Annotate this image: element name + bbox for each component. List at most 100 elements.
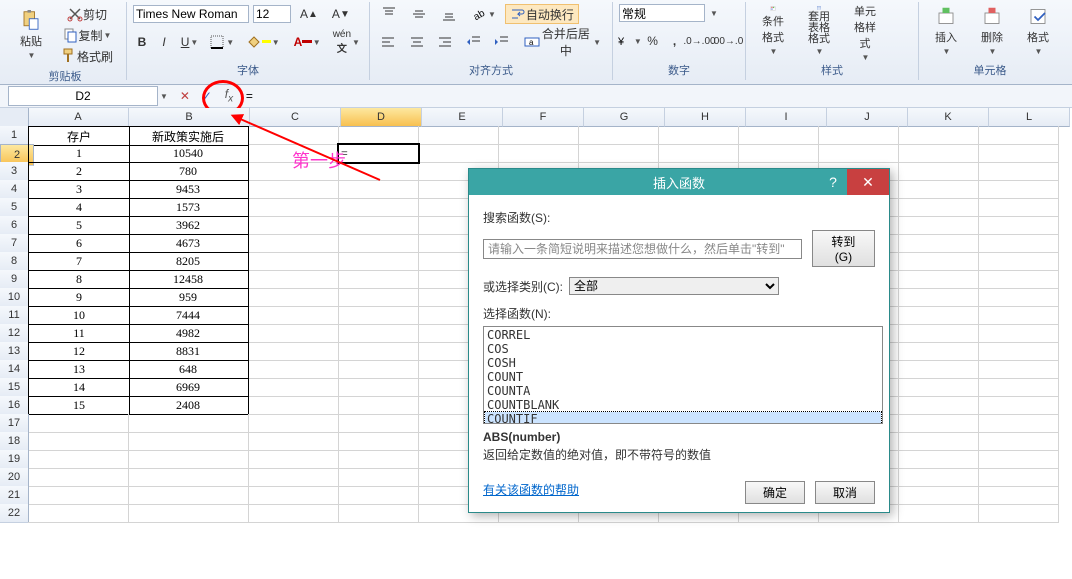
cell[interactable] <box>248 468 339 487</box>
cell[interactable] <box>978 432 1059 451</box>
cell[interactable] <box>978 234 1059 253</box>
align-left-button[interactable] <box>376 32 401 52</box>
row-header[interactable]: 10 <box>0 288 29 307</box>
cell[interactable] <box>898 234 979 253</box>
cell[interactable]: 5 <box>28 216 130 235</box>
cell[interactable]: 11 <box>28 324 130 343</box>
cell[interactable] <box>28 504 129 523</box>
conditional-format-button[interactable]: 条件格式▼ <box>752 4 794 58</box>
name-box[interactable]: D2 <box>8 86 158 106</box>
row-header[interactable]: 11 <box>0 306 29 325</box>
font-size-select[interactable] <box>253 5 291 23</box>
cell[interactable] <box>978 126 1059 145</box>
underline-button[interactable]: U▼ <box>177 32 202 52</box>
cell[interactable] <box>978 198 1059 217</box>
number-format-select[interactable] <box>619 4 705 22</box>
cell[interactable] <box>338 414 419 433</box>
row-header[interactable]: 13 <box>0 342 29 361</box>
cell[interactable] <box>738 144 819 163</box>
cell[interactable] <box>978 252 1059 271</box>
function-list-item[interactable]: COUNTA <box>485 384 881 398</box>
cell[interactable] <box>338 468 419 487</box>
delete-cells-button[interactable]: 删除▼ <box>971 4 1013 58</box>
row-header[interactable]: 17 <box>0 414 29 433</box>
row-header[interactable]: 22 <box>0 504 29 523</box>
cell[interactable] <box>418 144 499 163</box>
cell[interactable] <box>898 180 979 199</box>
cell[interactable] <box>978 288 1059 307</box>
row-header[interactable]: 20 <box>0 468 29 487</box>
cell[interactable]: 10540 <box>128 144 249 163</box>
cell[interactable] <box>338 180 419 199</box>
column-header-K[interactable]: K <box>908 108 989 127</box>
format-cells-button[interactable]: 格式▼ <box>1017 4 1059 58</box>
function-list-item[interactable]: COUNTIF <box>485 412 881 424</box>
cell[interactable]: 3962 <box>128 216 249 235</box>
cell[interactable] <box>338 234 419 253</box>
cell[interactable] <box>898 252 979 271</box>
insert-function-button[interactable]: fx <box>218 86 240 106</box>
cell[interactable] <box>898 468 979 487</box>
go-button[interactable]: 转到(G) <box>812 230 875 267</box>
insert-cells-button[interactable]: 插入▼ <box>925 4 967 58</box>
cell-styles-button[interactable]: 单元格样式▼ <box>844 4 886 58</box>
cell[interactable]: 1 <box>28 144 130 163</box>
cell[interactable] <box>978 360 1059 379</box>
cell[interactable] <box>898 414 979 433</box>
cell[interactable] <box>248 504 339 523</box>
cell[interactable] <box>248 414 339 433</box>
cell[interactable] <box>248 162 339 181</box>
column-header-F[interactable]: F <box>503 108 584 127</box>
cell[interactable] <box>898 162 979 181</box>
cell[interactable] <box>338 126 419 145</box>
format-as-table-button[interactable]: 套用 表格格式▼ <box>798 4 840 58</box>
align-middle-button[interactable] <box>406 4 432 24</box>
cell[interactable] <box>898 270 979 289</box>
row-header[interactable]: 9 <box>0 270 29 289</box>
search-function-input[interactable] <box>483 239 802 259</box>
font-name-select[interactable] <box>133 5 249 23</box>
cell[interactable] <box>128 432 249 451</box>
cell[interactable]: 4 <box>28 198 130 217</box>
cell[interactable] <box>818 126 899 145</box>
select-all-corner[interactable] <box>0 108 29 127</box>
row-header[interactable]: 7 <box>0 234 29 253</box>
cell[interactable] <box>128 504 249 523</box>
row-header[interactable]: 8 <box>0 252 29 271</box>
cell[interactable] <box>248 324 339 343</box>
function-list-item[interactable]: COS <box>485 342 881 356</box>
cell[interactable] <box>248 360 339 379</box>
ok-button[interactable]: 确定 <box>745 481 805 504</box>
column-header-L[interactable]: L <box>989 108 1070 127</box>
grow-font-button[interactable]: A▲ <box>295 4 323 24</box>
cell[interactable] <box>338 306 419 325</box>
cell[interactable] <box>248 126 339 145</box>
bold-button[interactable]: B <box>133 32 151 52</box>
cell[interactable]: 8 <box>28 270 130 289</box>
cell[interactable]: 780 <box>128 162 249 181</box>
cell[interactable]: 8831 <box>128 342 249 361</box>
cell[interactable]: 12458 <box>128 270 249 289</box>
cell[interactable]: 2408 <box>128 396 249 415</box>
cell[interactable] <box>338 324 419 343</box>
column-header-C[interactable]: C <box>250 108 341 127</box>
fill-color-button[interactable]: ▼ <box>241 32 284 52</box>
increase-decimal-button[interactable]: .0→.00 <box>688 31 712 51</box>
cell[interactable] <box>248 396 339 415</box>
cell[interactable] <box>338 252 419 271</box>
increase-indent-button[interactable] <box>490 32 515 52</box>
wrap-text-button[interactable]: 自动换行 <box>505 4 579 24</box>
cell[interactable] <box>578 126 659 145</box>
cell[interactable] <box>578 144 659 163</box>
cell[interactable] <box>898 216 979 235</box>
decrease-indent-button[interactable] <box>462 32 487 52</box>
percent-button[interactable]: % <box>644 31 662 51</box>
row-header[interactable]: 5 <box>0 198 29 217</box>
cell[interactable] <box>248 342 339 361</box>
cancel-formula-button[interactable]: ✕ <box>174 86 196 106</box>
column-header-H[interactable]: H <box>665 108 746 127</box>
cell[interactable] <box>898 144 979 163</box>
cell[interactable] <box>128 414 249 433</box>
cell[interactable] <box>978 216 1059 235</box>
cell[interactable] <box>898 396 979 415</box>
